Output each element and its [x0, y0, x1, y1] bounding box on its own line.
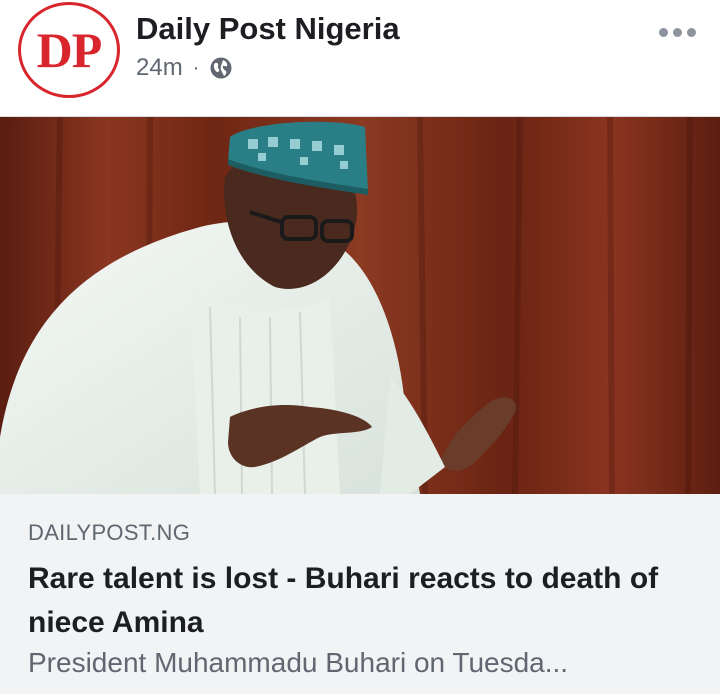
post-header: DP Daily Post Nigeria 24m ·: [0, 0, 720, 116]
globe-icon: [210, 57, 232, 79]
link-preview-card[interactable]: DAILYPOST.NG Rare talent is lost - Buhar…: [0, 494, 720, 694]
more-dot: [687, 28, 696, 37]
page-avatar[interactable]: DP: [18, 2, 120, 98]
more-options-icon[interactable]: [659, 28, 696, 37]
photo-illustration: [0, 117, 720, 494]
post-timestamp[interactable]: 24m: [136, 54, 183, 82]
link-headline[interactable]: Rare talent is lost - Buhari reacts to d…: [28, 557, 708, 645]
page-name-link[interactable]: Daily Post Nigeria: [136, 11, 400, 47]
avatar-logo-text: DP: [36, 22, 103, 78]
link-snippet: President Muhammadu Buhari on Tuesda...: [28, 647, 569, 678]
link-domain: DAILYPOST.NG: [28, 520, 191, 545]
post-meta: 24m ·: [136, 52, 233, 84]
post-photo[interactable]: [0, 117, 720, 494]
more-dot: [673, 28, 682, 37]
meta-separator: ·: [192, 57, 200, 79]
more-dot: [659, 28, 668, 37]
